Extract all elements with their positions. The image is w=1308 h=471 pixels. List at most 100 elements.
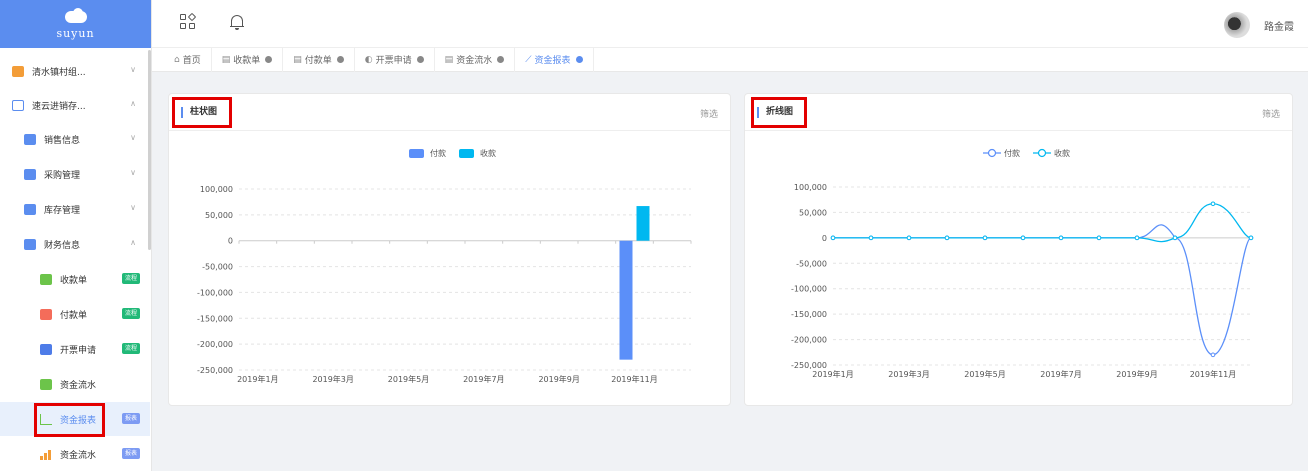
y-tick-label: -150,000 (791, 310, 827, 319)
sidebar-scrollbar[interactable] (148, 50, 151, 250)
x-tick-label: 2019年1月 (812, 369, 853, 379)
chevron-down-icon: ∨ (130, 133, 136, 142)
sidebar-item-inventory[interactable]: 库存管理 ∨ (0, 192, 150, 226)
y-tick-label: 50,000 (799, 208, 827, 217)
close-icon[interactable] (497, 56, 505, 63)
report-tag: 报表 (121, 413, 140, 424)
x-tick-label: 2019年11月 (1190, 369, 1237, 379)
payment-icon (40, 308, 52, 320)
sidebar-item-label: 采购管理 (44, 170, 81, 181)
legend-label: 收款 (1054, 148, 1070, 158)
series-line (833, 203, 1252, 243)
x-tick-label: 2019年11月 (611, 374, 658, 384)
sidebar-item-sales[interactable]: 销售信息 ∨ (0, 122, 150, 156)
y-tick-label: -50,000 (796, 259, 827, 268)
sidebar-item-payment[interactable]: 付款单 流程 (0, 297, 150, 331)
filter-button[interactable]: 筛选 (1262, 107, 1280, 120)
close-icon[interactable] (416, 56, 424, 63)
sidebar-item-label: 销售信息 (44, 135, 81, 146)
username[interactable]: 路金霞 (1264, 18, 1294, 33)
card-header: 折线图 筛选 (745, 94, 1292, 131)
series-line (833, 224, 1252, 356)
bell-icon[interactable] (230, 13, 244, 31)
sidebar-item-receipt[interactable]: 收款单 流程 (0, 262, 150, 296)
line-chart-icon (40, 413, 52, 425)
y-tick-label: 0 (228, 237, 233, 246)
legend-label: 付款 (1004, 148, 1020, 158)
logo[interactable]: suyun (0, 0, 151, 48)
data-point (1210, 201, 1216, 207)
legend-label: 付款 (430, 148, 446, 158)
y-tick-label: -200,000 (197, 340, 233, 349)
bar-chart: 付款 收款 100,000 50,000 0 -50,000 -100,000 -150,00… (197, 148, 692, 384)
sidebar-item-village[interactable]: 清水镇村组... ∨ (0, 54, 150, 88)
tab-invoice-request[interactable]: ◐ 开票申请 (355, 47, 435, 72)
y-tick-label: -150,000 (197, 314, 233, 323)
data-point (1248, 235, 1254, 241)
avatar[interactable] (1224, 12, 1250, 38)
legend-swatch (409, 149, 424, 158)
chevron-up-icon: ∧ (130, 99, 136, 108)
sidebar-item-label: 清水镇村组... (32, 67, 86, 78)
sidebar-item-label: 财务信息 (44, 240, 81, 251)
legend-label: 收款 (480, 148, 496, 158)
folder-icon (24, 133, 36, 145)
x-tick-label: 2019年5月 (964, 369, 1005, 379)
card-title: 柱状图 (181, 107, 217, 118)
invoice-icon: ◐ (364, 54, 373, 65)
line-chart: 付款 收款 100,000 50,000 0 -50,000 -100,000 -150,00… (791, 148, 1254, 379)
sidebar-item-fund-report[interactable]: 资金报表 报表 (0, 402, 150, 436)
data-point (944, 235, 950, 241)
tab-label: 收款单 (233, 56, 261, 66)
folder-icon (24, 168, 36, 180)
data-point (982, 235, 988, 241)
process-tag: 流程 (121, 308, 140, 319)
data-point (1172, 235, 1178, 241)
close-icon[interactable] (265, 56, 273, 63)
tab-home[interactable]: ⌂ 首页 (164, 47, 212, 72)
sidebar-item-cash-flow[interactable]: 资金流水 (0, 367, 150, 401)
sidebar-item-invoice-request[interactable]: 开票申请 流程 (0, 332, 150, 366)
tab-receipt[interactable]: ▤ 收款单 (212, 47, 284, 72)
data-point (1210, 352, 1216, 358)
filter-button[interactable]: 筛选 (700, 107, 718, 120)
sidebar-item-suyun-erp[interactable]: 速云进销存... ∧ (0, 88, 150, 122)
tab-fund-report[interactable]: ⟋ 资金报表 (515, 47, 594, 72)
bar-chart-icon (40, 449, 52, 460)
card-title: 折线图 (757, 107, 793, 118)
y-tick-label: -200,000 (791, 336, 827, 345)
sidebar-item-label: 资金流水 (60, 380, 97, 391)
tab-label: 付款单 (304, 56, 332, 66)
sidebar-item-cash-flow-report[interactable]: 资金流水 报表 (0, 437, 150, 471)
app-icon (12, 99, 24, 111)
y-tick-label: -100,000 (791, 285, 827, 294)
invoice-icon (40, 343, 52, 355)
cloud-logo-icon (61, 8, 91, 24)
top-header: 路金霞 (152, 0, 1308, 48)
process-tag: 流程 (121, 343, 140, 354)
tab-cash-flow[interactable]: ▤ 资金流水 (435, 47, 516, 72)
close-icon[interactable] (575, 56, 583, 63)
x-tick-label: 2019年3月 (888, 369, 929, 379)
close-icon[interactable] (336, 56, 344, 63)
data-point (868, 235, 874, 241)
y-tick-label: 50,000 (205, 211, 233, 220)
y-tick-label: -100,000 (197, 288, 233, 297)
ledger-icon: ▤ (444, 54, 454, 65)
sidebar-item-label: 速云进销存... (32, 101, 86, 112)
x-tick-label: 2019年9月 (1116, 369, 1157, 379)
bar (636, 206, 650, 241)
apps-icon[interactable] (180, 12, 197, 30)
data-point (906, 235, 912, 241)
sidebar-item-label: 收款单 (60, 275, 88, 286)
home-icon: ⌂ (174, 54, 180, 65)
sidebar-item-finance[interactable]: 财务信息 ∧ (0, 227, 150, 261)
sidebar-item-label: 开票申请 (60, 345, 97, 356)
bar-chart-card: 柱状图 筛选 付款 收款 100,000 50,000 0 -50,000 -100,000… (168, 93, 731, 406)
legend-marker (1037, 148, 1047, 158)
x-tick-label: 2019年5月 (388, 374, 429, 384)
line-chart-icon: ⟋ (525, 54, 532, 65)
receipt-icon: ▤ (221, 54, 231, 65)
tab-payment[interactable]: ▤ 付款单 (283, 47, 355, 72)
sidebar-item-purchase[interactable]: 采购管理 ∨ (0, 157, 150, 191)
